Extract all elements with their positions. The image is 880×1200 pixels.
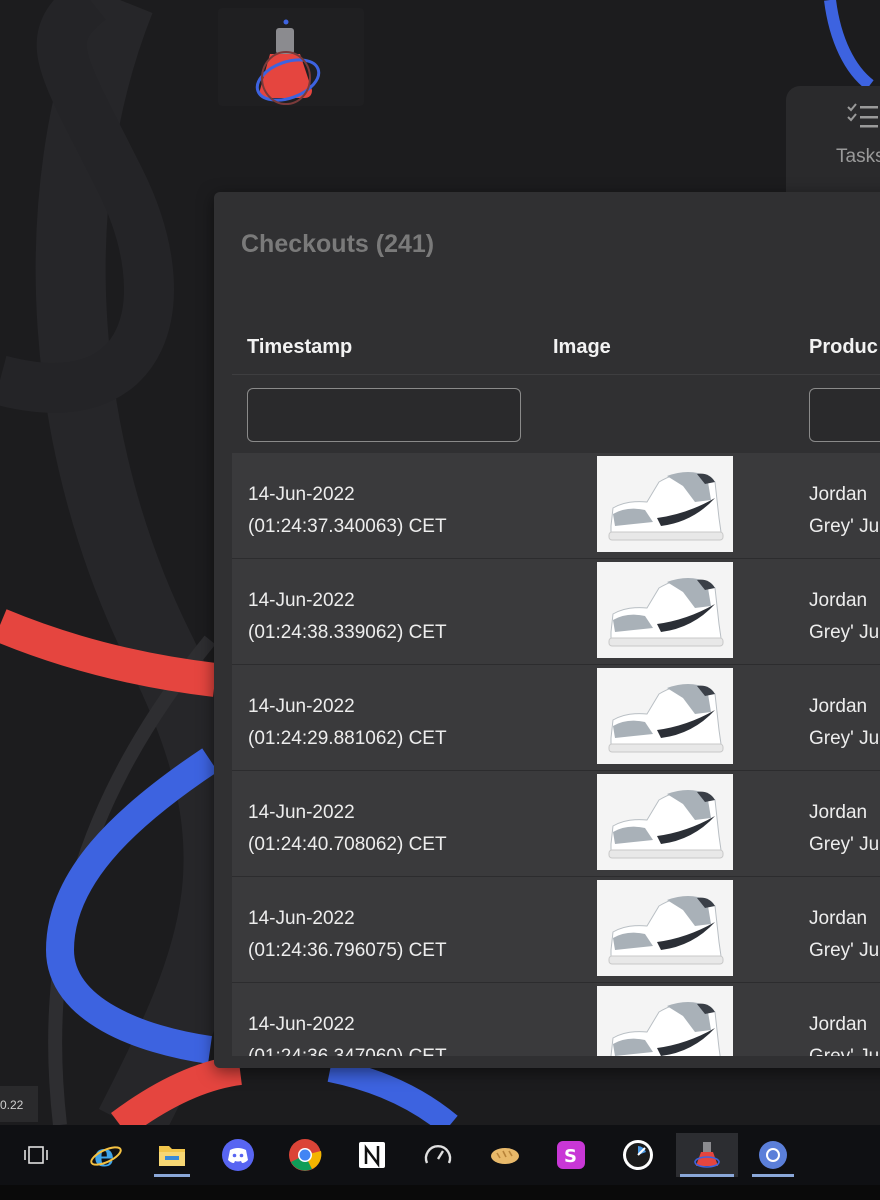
sneaker-icon bbox=[608, 896, 724, 965]
flask-logo-icon bbox=[255, 19, 321, 105]
clock-app-icon[interactable] bbox=[616, 1133, 660, 1177]
timestamp-cell: 14-Jun-2022 (01:24:40.708062) CET bbox=[248, 802, 447, 855]
screen-bottom-edge bbox=[0, 1185, 880, 1200]
product-filter-input[interactable] bbox=[809, 388, 880, 442]
sneaker-icon bbox=[610, 1002, 721, 1056]
sneaker-icon bbox=[608, 578, 724, 647]
table-row[interactable]: 14-Jun-2022 (01:24:38.339062) CET Jordan … bbox=[232, 559, 880, 665]
app-logo bbox=[218, 8, 364, 106]
sneaker-thumbnail bbox=[597, 986, 733, 1056]
sneaker-thumbnail bbox=[597, 668, 733, 764]
table-row[interactable]: 14-Jun-2022(01:24:36.347060) CET Jordan … bbox=[232, 983, 880, 1056]
checkouts-panel: Checkouts (241) Timestamp Image Produc 1… bbox=[214, 192, 880, 1068]
product-cell: Jordan Grey' Ju bbox=[809, 696, 880, 749]
timestamp-cell: 14-Jun-2022 (01:24:37.340063) CET bbox=[248, 484, 447, 537]
bread-icon[interactable] bbox=[483, 1133, 527, 1177]
product-cell: Jordan Grey' Ju bbox=[809, 590, 880, 643]
internet-explorer-icon[interactable]: e bbox=[84, 1133, 128, 1177]
column-header-image: Image bbox=[553, 336, 611, 358]
checkouts-table-body[interactable]: 14-Jun-2022 (01:24:37.340063) CET Jordan … bbox=[232, 453, 880, 1056]
version-label: 0.22 bbox=[0, 1086, 38, 1122]
sneaker-thumbnail bbox=[597, 456, 733, 552]
product-cell: Jordan Grey' Ju bbox=[809, 1014, 879, 1056]
timestamp-cell: 14-Jun-2022 (01:24:36.796075) CET bbox=[248, 908, 447, 961]
tasks-tab-label: Tasks bbox=[836, 146, 880, 167]
product-cell: Jordan Grey' Ju bbox=[809, 802, 880, 855]
sneaker-thumbnail bbox=[597, 774, 733, 870]
sneaker-icon bbox=[608, 472, 724, 541]
sneaker-thumbnail bbox=[597, 562, 733, 658]
sneaker-icon bbox=[608, 684, 724, 753]
speedtest-icon[interactable] bbox=[416, 1133, 460, 1177]
column-header-timestamp[interactable]: Timestamp bbox=[247, 336, 352, 359]
table-row[interactable]: 14-Jun-2022 (01:24:36.796075) CET Jordan … bbox=[232, 877, 880, 983]
panel-title: Checkouts (241) bbox=[241, 230, 435, 258]
timestamp-cell: 14-Jun-2022(01:24:36.347060) CET bbox=[248, 1014, 447, 1056]
product-cell: Jordan Grey' Ju bbox=[809, 908, 880, 961]
file-explorer-icon[interactable] bbox=[150, 1133, 194, 1177]
column-header-product[interactable]: Produc bbox=[809, 336, 878, 359]
bot-app-icon[interactable] bbox=[676, 1133, 738, 1177]
checklist-icon bbox=[847, 103, 878, 128]
notion-icon[interactable] bbox=[350, 1133, 394, 1177]
sneaker-icon bbox=[608, 790, 724, 859]
chrome-canary-icon[interactable] bbox=[748, 1133, 798, 1177]
table-row[interactable]: 14-Jun-2022 (01:24:37.340063) CET Jordan … bbox=[232, 453, 880, 559]
app-s-icon[interactable]: S bbox=[549, 1133, 593, 1177]
sneaker-thumbnail bbox=[597, 880, 733, 976]
chrome-icon[interactable] bbox=[283, 1133, 327, 1177]
task-view-icon[interactable] bbox=[14, 1133, 58, 1177]
timestamp-filter-input[interactable] bbox=[247, 388, 521, 442]
svg-text:S: S bbox=[564, 1146, 577, 1167]
table-row[interactable]: 14-Jun-2022 (01:24:29.881062) CET Jordan … bbox=[232, 665, 880, 771]
product-cell: Jordan Grey' Ju bbox=[809, 484, 880, 537]
header-divider bbox=[232, 374, 880, 375]
timestamp-cell: 14-Jun-2022 (01:24:29.881062) CET bbox=[248, 696, 447, 749]
table-row[interactable]: 14-Jun-2022 (01:24:40.708062) CET Jordan … bbox=[232, 771, 880, 877]
discord-icon[interactable] bbox=[216, 1133, 260, 1177]
timestamp-cell: 14-Jun-2022 (01:24:38.339062) CET bbox=[248, 590, 447, 643]
taskbar: e S bbox=[0, 1125, 880, 1185]
tasks-tab[interactable]: Tasks bbox=[786, 86, 880, 196]
